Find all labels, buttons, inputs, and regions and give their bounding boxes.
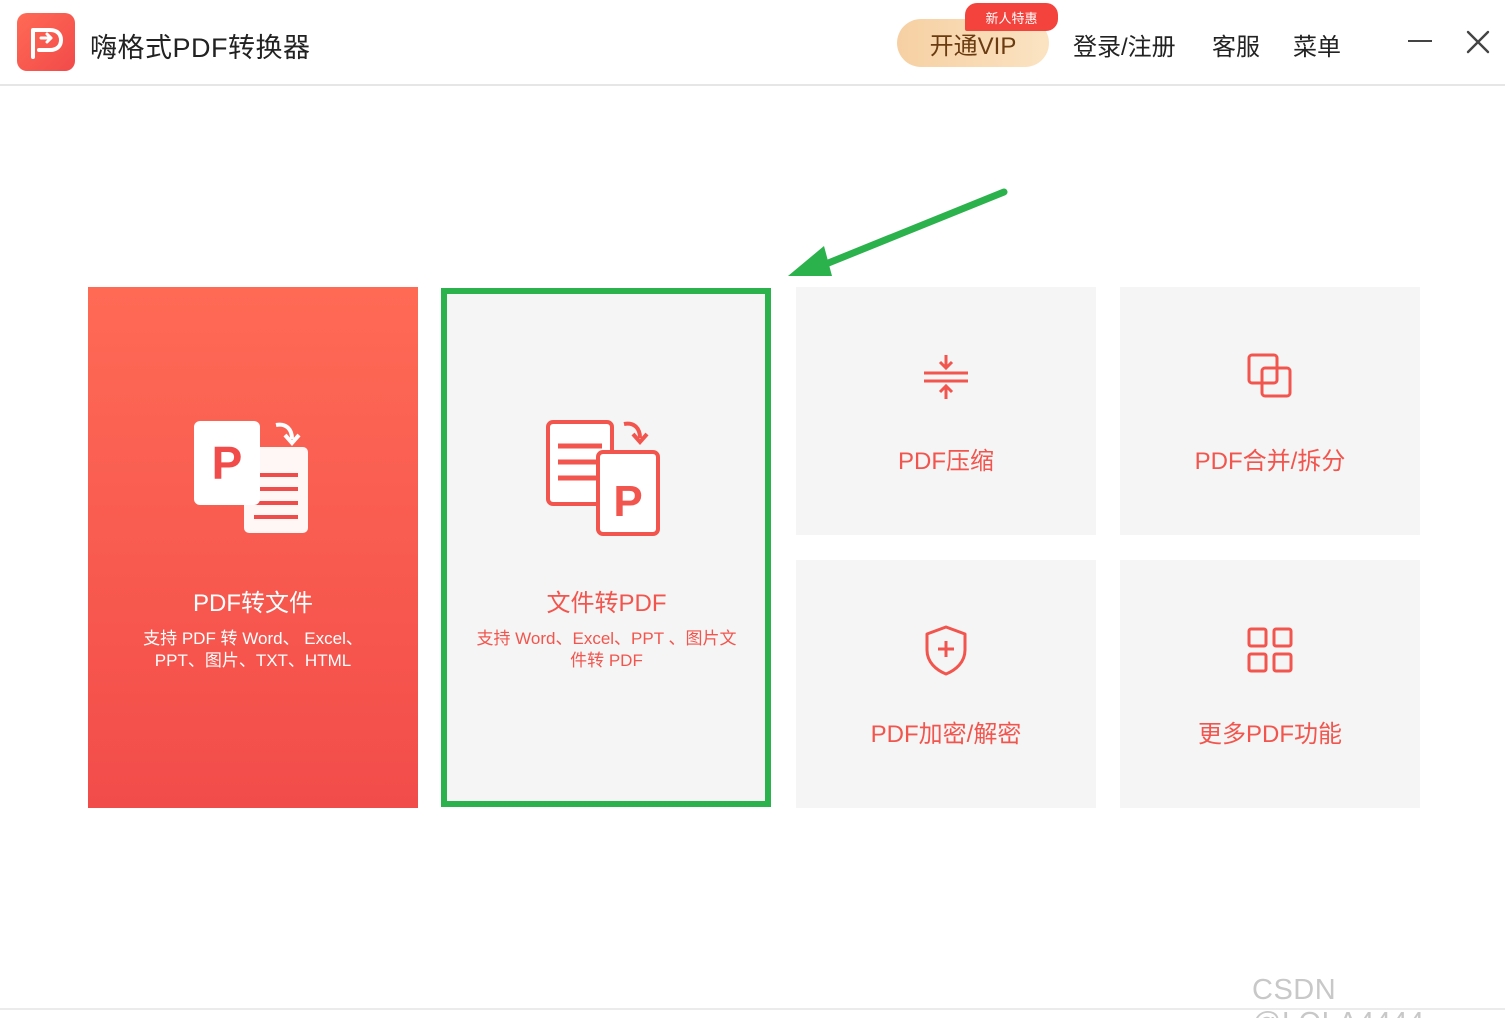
menu-link[interactable]: 菜单 [1293, 27, 1341, 62]
pdf-to-file-title: PDF转文件 [193, 590, 313, 617]
file-to-pdf-desc: 支持 Word、Excel、PPT 、图片文 件转 PDF [446, 628, 767, 672]
pdf-merge-split-title: PDF合并/拆分 [1194, 448, 1346, 475]
pdf-encrypt-card[interactable]: PDF加密/解密 [796, 560, 1096, 808]
pdf-to-file-icon: P [88, 415, 418, 537]
vip-promo-badge: 新人特惠 [965, 3, 1058, 31]
close-icon[interactable] [1462, 26, 1494, 58]
app-logo-icon [17, 13, 75, 71]
file-to-pdf-title: 文件转PDF [546, 590, 667, 617]
more-pdf-features-card[interactable]: 更多PDF功能 [1120, 560, 1420, 808]
app-window: 嗨格式PDF转换器 开通VIP 新人特惠 登录/注册 客服 菜单 P PDF转文… [0, 0, 1505, 1018]
file-to-pdf-desc-line1: 支持 Word、Excel、PPT 、图片文 [476, 629, 737, 648]
app-title: 嗨格式PDF转换器 [90, 33, 311, 63]
shield-plus-icon [796, 624, 1096, 676]
pdf-encrypt-title: PDF加密/解密 [870, 721, 1022, 748]
pdf-to-file-desc-line2: PPT、图片、TXT、HTML [154, 651, 352, 670]
customer-service-link[interactable]: 客服 [1212, 27, 1260, 62]
pdf-to-file-desc: 支持 PDF 转 Word、 Excel、 PPT、图片、TXT、HTML [88, 628, 418, 672]
watermark-text: CSDN @LOLA4444 [1252, 974, 1424, 1018]
file-to-pdf-icon: P [446, 416, 767, 540]
login-register-link[interactable]: 登录/注册 [1073, 27, 1176, 62]
pdf-to-file-desc-line1: 支持 PDF 转 Word、 Excel、 [143, 629, 363, 648]
svg-text:P: P [613, 477, 642, 526]
pdf-to-file-card[interactable]: P PDF转文件 支持 PDF 转 Word、 Excel、 PPT、图片、TX… [88, 287, 418, 808]
pdf-compress-title: PDF压缩 [898, 448, 994, 475]
compress-icon [796, 353, 1096, 401]
svg-text:P: P [212, 437, 243, 489]
merge-split-icon [1120, 351, 1420, 401]
annotation-arrow-icon [788, 188, 1008, 276]
grid-icon [1120, 626, 1420, 674]
file-to-pdf-card[interactable]: P 文件转PDF 支持 Word、Excel、PPT 、图片文 件转 PDF [446, 292, 767, 803]
pdf-merge-split-card[interactable]: PDF合并/拆分 [1120, 287, 1420, 535]
pdf-compress-card[interactable]: PDF压缩 [796, 287, 1096, 535]
file-to-pdf-desc-line2: 件转 PDF [570, 651, 643, 670]
title-bar: 嗨格式PDF转换器 开通VIP 新人特惠 登录/注册 客服 菜单 [0, 0, 1505, 86]
minimize-icon[interactable] [1408, 40, 1432, 42]
more-pdf-features-title: 更多PDF功能 [1198, 721, 1342, 748]
